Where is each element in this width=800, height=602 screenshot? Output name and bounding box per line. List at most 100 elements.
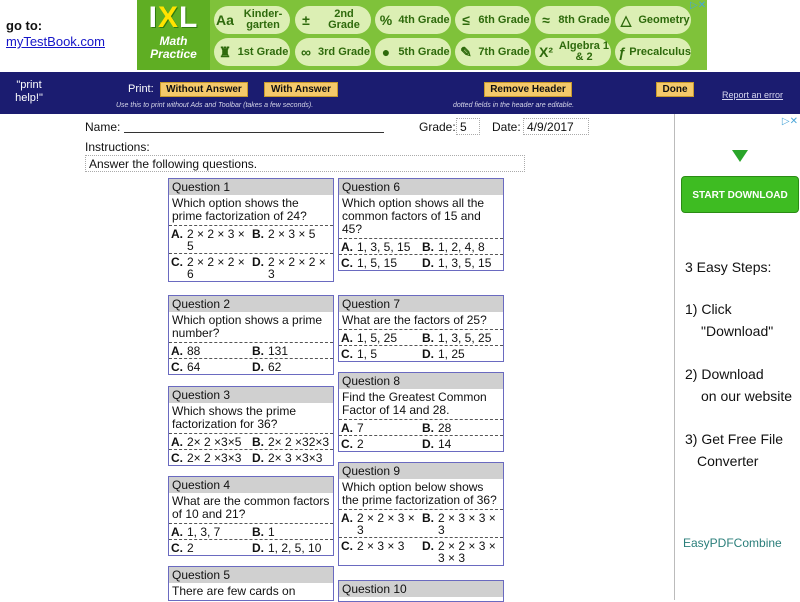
- answer-letter: B.: [422, 240, 434, 254]
- answer-row: A. 1, 3, 5, 15 B. 1, 2, 4, 8: [339, 238, 503, 254]
- question-title: Question 3: [169, 387, 333, 403]
- ixl-ad-banner[interactable]: IXL Math Practice Aa Kinder-garten ±2nd Gr…: [137, 0, 707, 70]
- ixl-button-label: 3rd Grade: [318, 45, 370, 58]
- ixl-button[interactable]: △ Geometry: [615, 6, 691, 34]
- answer-text: 14: [438, 437, 452, 451]
- grade-label: Grade:: [419, 120, 456, 134]
- ixl-button[interactable]: % 4th Grade: [375, 6, 451, 34]
- answer-letter: D.: [422, 539, 434, 553]
- ixl-button-icon: X²: [539, 43, 553, 60]
- answer-letter: B.: [252, 435, 264, 449]
- ixl-button[interactable]: ✎ 7th Grade: [455, 38, 531, 66]
- ad-step-2b: on our website: [701, 388, 793, 404]
- ad-step-2a: 2) Download: [685, 366, 764, 382]
- answer-row: C. 2× 2 ×3×3 D. 2× 3 ×3×3: [169, 449, 333, 465]
- answer-text: 62: [268, 360, 282, 374]
- answer-text: 1, 5: [357, 347, 378, 361]
- ixl-button[interactable]: ♜ 1st Grade: [214, 38, 290, 66]
- answer-letter: C.: [171, 255, 183, 269]
- ixl-button[interactable]: ● 5th Grade: [375, 38, 451, 66]
- print-without-answer-button[interactable]: Without Answer: [160, 82, 248, 97]
- answer-letter: B.: [422, 421, 434, 435]
- remove-header-button[interactable]: Remove Header: [484, 82, 572, 97]
- ixl-logo[interactable]: IXL Math Practice: [137, 0, 210, 70]
- ixl-button[interactable]: ƒ Precalculus: [615, 38, 691, 66]
- answer-option: C. 2: [171, 542, 252, 554]
- answer-row: A. 2× 2 ×3×5 B. 2× 2 ×32×3: [169, 433, 333, 449]
- ixl-button-label: Kinder-garten: [243, 8, 283, 31]
- answer-option: C. 64: [171, 361, 252, 373]
- question-box: Question 4 What are the common factors of…: [168, 476, 334, 556]
- question-box: Question 6 Which option shows all the com…: [338, 178, 504, 271]
- answer-letter: A.: [171, 435, 183, 449]
- answer-text: 1, 5, 15: [357, 256, 398, 270]
- grade-field[interactable]: 5: [456, 118, 480, 135]
- adchoices-icon[interactable]: ▷✕: [690, 0, 706, 12]
- answer-letter: C.: [341, 347, 353, 361]
- answer-option: A. 2× 2 ×3×5: [171, 436, 252, 448]
- question-text: [339, 597, 503, 601]
- mytestbook-link[interactable]: myTestBook.com: [6, 34, 105, 50]
- ixl-button[interactable]: ≈8th Grade: [535, 6, 611, 34]
- left-margin: [0, 114, 76, 600]
- instructions-label: Instructions:: [85, 140, 150, 154]
- answer-text: 28: [438, 421, 452, 435]
- answer-text: 2 × 2 × 3 × 5: [187, 227, 245, 253]
- answer-text: 64: [187, 360, 201, 374]
- goto-block: go to: myTestBook.com: [6, 18, 105, 50]
- answer-text: 2: [357, 437, 364, 451]
- start-download-button[interactable]: START DOWNLOAD: [681, 176, 799, 213]
- answer-text: 1, 3, 7: [187, 525, 221, 539]
- ixl-button[interactable]: X² Algebra 1 & 2: [535, 38, 611, 66]
- answer-letter: D.: [422, 437, 434, 451]
- ixl-button-label: 1st Grade: [237, 45, 289, 58]
- ixl-button[interactable]: ∞ 3rd Grade: [295, 38, 371, 66]
- down-arrow-icon: [732, 150, 748, 162]
- answer-row: A. 1, 5, 25 B. 1, 3, 5, 25: [339, 329, 503, 345]
- question-text: Which option below shows the prime facto…: [342, 480, 497, 507]
- answer-letter: B.: [252, 227, 264, 241]
- ixl-button-icon: ●: [381, 43, 391, 60]
- answer-row: C. 1, 5 D. 1, 25: [339, 345, 503, 361]
- answer-row: C. 1, 5, 15 D. 1, 3, 5, 15: [339, 254, 503, 270]
- answer-letter: A.: [171, 525, 183, 539]
- report-error-link[interactable]: Report an error: [722, 90, 783, 100]
- ad-close-icon[interactable]: ▷✕: [782, 116, 798, 127]
- print-with-answer-button[interactable]: With Answer: [264, 82, 338, 97]
- answer-option: A. 1, 3, 5, 15: [341, 241, 422, 253]
- answer-text: 1, 25: [438, 347, 465, 361]
- answer-row: C. 2 × 3 × 3 D. 2 × 2 × 3 × 3 × 3: [339, 537, 503, 565]
- question-box: Question 2 Which option shows a prime num…: [168, 295, 334, 375]
- answer-letter: C.: [171, 541, 183, 555]
- question-text: There are few cards on: [172, 584, 296, 598]
- answer-text: 88: [187, 344, 201, 358]
- answer-option: B. 2× 2 ×32×3: [252, 436, 333, 448]
- right-ad[interactable]: ▷✕ START DOWNLOAD 3 Easy Steps: 1) Click…: [674, 114, 800, 600]
- answer-letter: B.: [252, 344, 264, 358]
- ixl-button-icon: ✎: [460, 43, 472, 60]
- name-field[interactable]: [124, 118, 384, 133]
- goto-label: go to:: [6, 18, 43, 33]
- answer-letter: C.: [341, 539, 353, 553]
- ixl-button-icon: ƒ: [618, 43, 627, 60]
- answer-letter: D.: [252, 451, 264, 465]
- date-field[interactable]: 4/9/2017: [523, 118, 589, 135]
- question-box: Question 3 Which shows the prime factoriz…: [168, 386, 334, 466]
- ixl-button[interactable]: Aa Kinder-garten: [214, 6, 290, 34]
- answer-text: 1: [268, 525, 275, 539]
- ixl-logo-text: IXL: [148, 1, 199, 34]
- print-help-link[interactable]: "print help!": [8, 79, 50, 105]
- answer-text: 2× 2 ×3×5: [187, 435, 242, 449]
- ixl-button[interactable]: ≤6th Grade: [455, 6, 531, 34]
- answer-option: B. 1: [252, 526, 333, 538]
- ixl-button[interactable]: ±2nd Grade: [295, 6, 371, 34]
- answer-text: 7: [357, 421, 364, 435]
- done-button[interactable]: Done: [656, 82, 694, 97]
- instructions-field[interactable]: Answer the following questions.: [85, 155, 525, 172]
- ixl-button-label: 8th Grade: [558, 13, 610, 26]
- question-text: Find the Greatest Common Factor of 14 an…: [342, 390, 487, 417]
- answer-option: D. 1, 3, 5, 15: [422, 257, 503, 269]
- question-title: Question 1: [169, 179, 333, 195]
- answer-option: C. 2× 2 ×3×3: [171, 452, 252, 464]
- answer-letter: D.: [252, 255, 264, 269]
